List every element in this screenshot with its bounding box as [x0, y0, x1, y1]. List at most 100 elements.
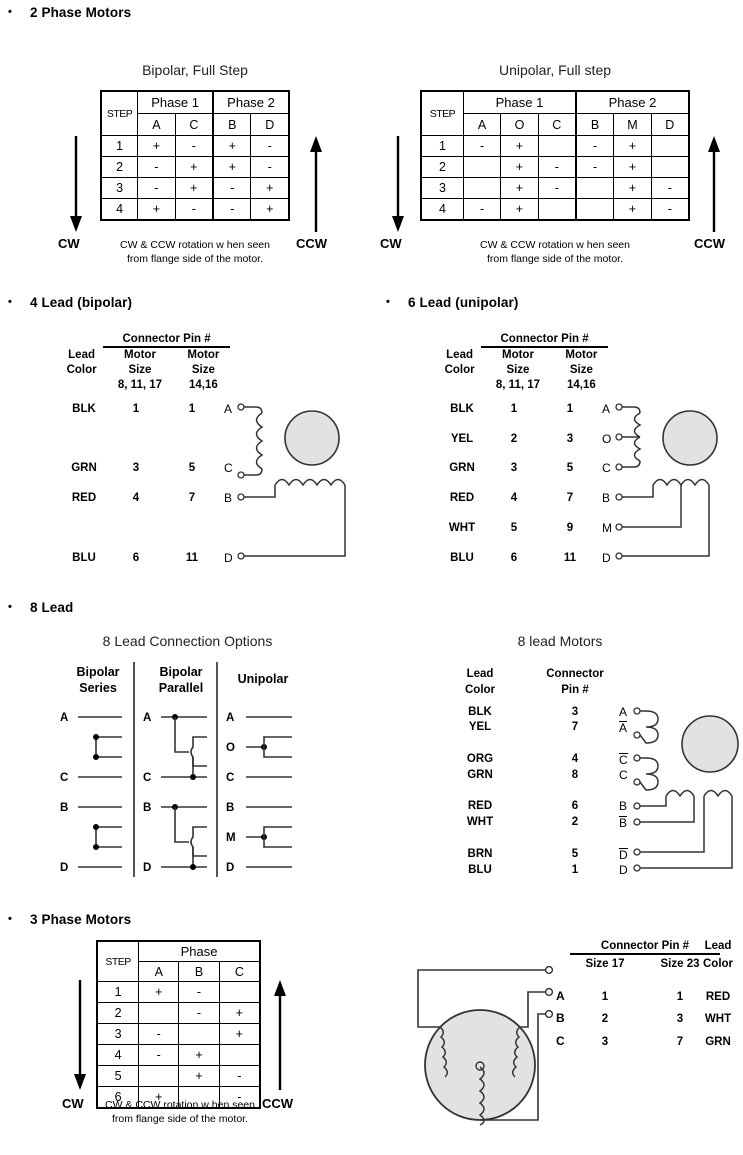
bipolar-parallel-label-A: A	[143, 712, 152, 724]
three-phase-phase-header: Phase	[138, 940, 261, 962]
table-row: 2 - + + -	[100, 156, 290, 178]
eight-lead-motors-pin-3: 8	[571, 769, 579, 781]
four-lead-color-label: Color	[66, 363, 97, 376]
six-lead-pin-b-1: 3	[566, 433, 574, 445]
bullet-dot-icon: •	[8, 913, 12, 925]
four-lead-size-label-a: Size	[128, 363, 152, 376]
eight-lead-motors-color-4: RED	[467, 800, 493, 812]
eight-lead-motors-color-7: BLU	[468, 864, 492, 876]
eight-lead-motors-color-3: GRN	[467, 769, 493, 781]
six-lead-color-3: RED	[449, 492, 475, 504]
ccw-arrow-icon-bipolar	[310, 136, 322, 232]
three-phase-col-B: B	[178, 961, 220, 982]
four-lead-pin-b-1: 5	[188, 462, 196, 474]
bipolar-col-A: A	[137, 113, 176, 136]
six-lead-terminal-3: B	[602, 491, 611, 505]
unipolar-option-label-O: O	[226, 742, 235, 754]
eight-lead-motors-terminal-4: B	[619, 799, 628, 813]
six-lead-color-1: YEL	[450, 433, 474, 445]
unipolar-option-label-B: B	[226, 802, 235, 814]
eight-lead-motors-terminal-7: D	[619, 863, 628, 877]
six-lead-pin-a-4: 5	[510, 522, 518, 534]
ccw-label-unipolar: CCW	[694, 236, 726, 251]
options-divider-2	[216, 662, 218, 877]
eight-lead-motors-lead-label: Lead	[466, 668, 494, 680]
eight-lead-motors-terminal-5: B	[619, 816, 628, 830]
section-heading-6-lead: • 6 Lead (unipolar)	[386, 295, 519, 310]
bullet-dot-icon: •	[386, 296, 390, 308]
ccw-label-bipolar: CCW	[296, 236, 328, 251]
table-row: 3 + - + -	[420, 177, 690, 199]
four-lead-pin-a-0: 1	[132, 403, 140, 415]
bipolar-series-label-C: C	[60, 772, 69, 784]
unipolar-col-O: O	[500, 113, 539, 136]
four-lead-pin-b-3: 11	[185, 552, 199, 564]
bullet-dot-icon: •	[8, 6, 12, 18]
three-phase-s17-1: 2	[601, 1013, 609, 1025]
table-row: 4 + - - +	[100, 198, 290, 221]
six-lead-color-5: BLU	[450, 552, 474, 564]
eight-lead-motors-color-0: BLK	[468, 706, 492, 718]
eight-lead-motors-title: 8 lead Motors	[517, 633, 603, 649]
cw-label-unipolar: CW	[380, 236, 402, 251]
four-lead-terminal-0: A	[224, 402, 233, 416]
table-row: 5 + -	[96, 1065, 261, 1087]
six-lead-color-4: WHT	[448, 522, 476, 534]
six-lead-color-2: GRN	[449, 462, 475, 474]
six-lead-size-label-a: Size	[506, 363, 530, 376]
unipolar-col-M: M	[613, 113, 652, 136]
cw-label-3phase: CW	[62, 1096, 84, 1111]
four-lead-terminal-3: D	[224, 551, 233, 565]
bipolar-parallel-label-B: B	[143, 802, 152, 814]
unipolar-col-A: A	[462, 113, 502, 136]
section-heading-8-lead: • 8 Lead	[8, 600, 74, 615]
table-row: 2 - +	[96, 1002, 261, 1024]
three-phase-motor-schematic	[417, 965, 554, 1126]
four-lead-connector-pin-header: Connector Pin #	[103, 333, 230, 348]
six-lead-terminal-5: D	[602, 551, 611, 565]
four-lead-pin-a-3: 6	[132, 552, 140, 564]
unipolar-option-label-A: A	[226, 712, 235, 724]
unipolar-col-D: D	[650, 113, 690, 136]
table-row: 1 + - + -	[100, 135, 290, 157]
bipolar-table-title: Bipolar, Full Step	[142, 62, 248, 78]
six-lead-pin-b-2: 5	[566, 462, 574, 474]
eight-lead-motors-terminal-2: C	[619, 753, 628, 767]
unipolar-option-schematic	[246, 716, 292, 868]
unipolar-step-header: STEP	[420, 90, 464, 136]
table-row: 3 - +	[96, 1023, 261, 1045]
table-row: 3 - + - +	[100, 177, 290, 199]
four-lead-size-values-a: 8, 11, 17	[117, 378, 163, 391]
bipolar-phase2-header: Phase 2	[212, 90, 290, 114]
bipolar-series-label-A: A	[60, 712, 69, 724]
six-lead-color-label: Color	[444, 363, 475, 376]
eight-lead-motors-pin-label: Pin #	[561, 684, 589, 696]
four-lead-terminal-2: B	[224, 491, 233, 505]
three-phase-step-header: STEP	[96, 940, 140, 982]
three-phase-step-table: STEP Phase A B C 1 + - 2 - + 3 - + 4 - +…	[96, 940, 261, 1109]
six-lead-pin-table: Connector Pin # Lead Motor Motor Color S…	[438, 333, 608, 392]
cw-label-bipolar: CW	[58, 236, 80, 251]
four-lead-color-1: GRN	[71, 462, 97, 474]
six-lead-pin-a-2: 3	[510, 462, 518, 474]
six-lead-pin-a-0: 1	[510, 403, 518, 415]
eight-lead-motors-connector-label: Connector	[546, 668, 604, 680]
eight-lead-motors-terminal-1: A	[619, 721, 628, 735]
eight-lead-motors-pin-1: 7	[571, 721, 579, 733]
eight-lead-motors-pin-7: 1	[571, 864, 579, 876]
section-heading-2-phase: • 2 Phase Motors	[8, 5, 132, 20]
eight-lead-winding-schematic	[633, 707, 739, 872]
six-lead-connector-pin-header: Connector Pin #	[481, 333, 608, 348]
bipolar-note: CW & CCW rotation w hen seen from flange…	[120, 239, 270, 266]
six-lead-motor-label-a: Motor	[501, 349, 534, 361]
four-lead-pin-a-1: 3	[132, 462, 140, 474]
unipolar-col-C: C	[537, 113, 577, 136]
three-phase-lead-label: Lead	[704, 940, 732, 952]
table-row: 4 - + + -	[420, 198, 690, 221]
six-lead-size-values-b: 14,16	[566, 378, 596, 391]
bipolar-step-header: STEP	[100, 90, 139, 136]
bipolar-series-label-D: D	[60, 862, 69, 874]
six-lead-pin-b-5: 11	[563, 552, 577, 564]
three-phase-color-0: RED	[705, 991, 731, 1003]
bipolar-parallel-schematic	[161, 714, 207, 870]
